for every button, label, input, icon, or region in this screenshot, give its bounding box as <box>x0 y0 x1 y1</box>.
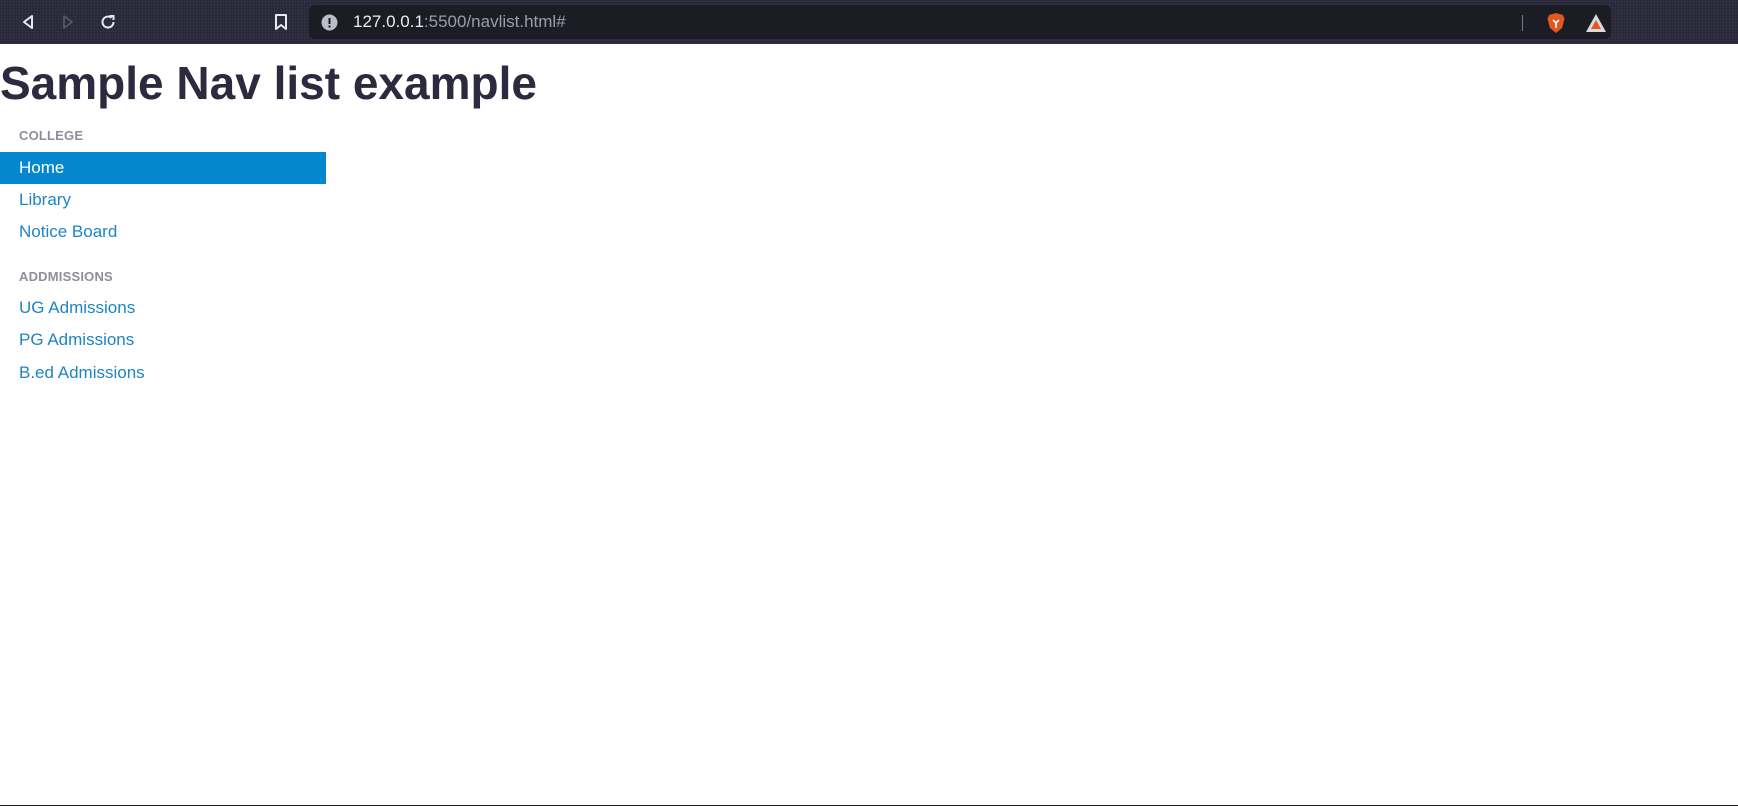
page-title: Sample Nav list example <box>0 57 537 109</box>
nav-item-pg-admissions[interactable]: PG Admissions <box>0 324 326 356</box>
nav-item-label: UG Admissions <box>19 298 136 317</box>
nav-item-label: Home <box>19 158 65 177</box>
nav-item-label: B.ed Admissions <box>19 363 145 382</box>
url-host: 127.0.0.1 <box>353 12 424 31</box>
brave-shields-icon[interactable] <box>1545 12 1567 34</box>
browser-toolbar: 127.0.0.1:5500/navlist.html# <box>0 0 1738 44</box>
address-bar[interactable]: 127.0.0.1:5500/navlist.html# <box>309 5 1611 39</box>
back-button[interactable] <box>13 7 43 37</box>
url-path: :5500/navlist.html# <box>423 12 566 31</box>
bookmark-button[interactable] <box>266 7 296 37</box>
nav-item-label: Library <box>19 190 71 209</box>
nav-item-label: Notice Board <box>19 222 118 241</box>
nav-item-bed-admissions[interactable]: B.ed Admissions <box>0 357 326 389</box>
back-icon <box>23 15 33 29</box>
url-separator <box>1522 15 1523 31</box>
bookmark-icon <box>275 14 287 30</box>
nav-item-home[interactable]: Home <box>0 152 326 184</box>
forward-button[interactable] <box>53 7 83 37</box>
nav-item-ug-admissions[interactable]: UG Admissions <box>0 292 326 324</box>
reload-icon <box>101 15 115 29</box>
nav-item-label: PG Admissions <box>19 330 135 349</box>
reload-button[interactable] <box>93 7 123 37</box>
site-info-icon[interactable] <box>321 14 338 31</box>
brave-rewards-icon[interactable] <box>1585 12 1607 34</box>
url-text[interactable]: 127.0.0.1:5500/navlist.html# <box>353 5 566 39</box>
nav-header-college: COLLEGE <box>19 128 84 143</box>
nav-header-admissions: ADDMISSIONS <box>19 269 113 284</box>
nav-item-notice-board[interactable]: Notice Board <box>0 216 326 248</box>
nav-item-library[interactable]: Library <box>0 184 326 216</box>
forward-icon <box>63 15 73 29</box>
